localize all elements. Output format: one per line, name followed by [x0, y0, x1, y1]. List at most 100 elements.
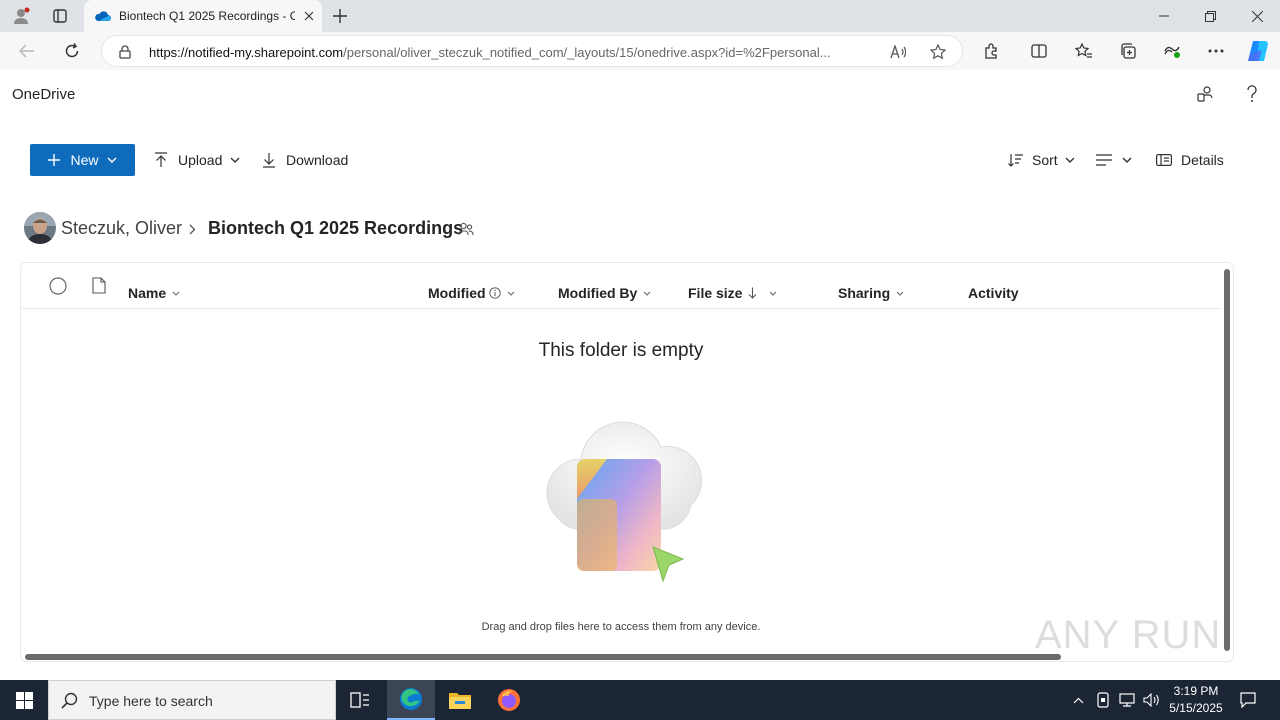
breadcrumb-folder[interactable]: Biontech Q1 2025 Recordings	[208, 218, 463, 239]
column-file-size-label: File size	[688, 285, 743, 301]
sort-icon	[1008, 154, 1023, 167]
address-bar[interactable]: https://notified-my.sharepoint.com/perso…	[101, 35, 963, 67]
empty-folder-title: This folder is empty	[538, 340, 704, 361]
chevron-down-icon	[643, 291, 651, 296]
sort-descending-icon	[749, 287, 757, 299]
sort-label: Sort	[1032, 152, 1058, 168]
column-file-size[interactable]: File size	[688, 285, 777, 301]
file-explorer-icon[interactable]	[436, 680, 484, 720]
url-host: https://notified-my.sharepoint.com	[149, 45, 344, 60]
network-icon[interactable]	[1117, 680, 1137, 720]
horizontal-scrollbar[interactable]	[25, 654, 1061, 660]
clock-date: 5/15/2025	[1169, 701, 1223, 715]
onedrive-icon	[93, 10, 111, 22]
info-pane-icon	[1156, 154, 1172, 166]
people-settings-icon[interactable]	[1194, 84, 1216, 104]
chevron-down-icon	[107, 157, 116, 163]
shared-people-icon[interactable]	[456, 220, 476, 238]
tab-title: Biontech Q1 2025 Recordings - OneDrive	[119, 9, 295, 23]
avatar[interactable]	[24, 212, 56, 244]
firefox-icon[interactable]	[485, 680, 533, 720]
chevron-down-icon	[230, 157, 240, 163]
new-tab-icon[interactable]	[330, 6, 350, 26]
onedrive-page: OneDrive New Upload Download Sort Detail…	[4, 70, 1276, 678]
clock-time: 3:19 PM	[1173, 684, 1219, 698]
chevron-down-icon	[896, 291, 904, 296]
file-list: Name Modified Modified By File size Shar…	[20, 262, 1234, 662]
split-screen-icon[interactable]	[1028, 41, 1050, 61]
info-icon[interactable]	[488, 287, 501, 299]
minimize-icon[interactable]	[1152, 6, 1176, 26]
chevron-down-icon	[770, 291, 777, 296]
tab-actions-icon[interactable]	[50, 6, 70, 26]
volume-icon[interactable]	[1141, 680, 1161, 720]
collections-icon[interactable]	[1117, 41, 1139, 61]
chevron-down-icon	[172, 291, 180, 296]
taskbar: Type here to search 3:19 PM 5/15/2025	[0, 680, 1280, 720]
column-name[interactable]: Name	[128, 285, 180, 301]
url-path: /personal/oliver_steczuk_notified_com/_l…	[343, 45, 831, 60]
watermark: ANY RUN	[1035, 613, 1222, 657]
chevron-down-icon	[1065, 157, 1075, 163]
windows-start-icon[interactable]	[0, 680, 48, 720]
clock[interactable]: 3:19 PM 5/15/2025	[1164, 683, 1228, 719]
upload-button[interactable]: Upload	[154, 144, 240, 176]
chevron-down-icon	[1122, 157, 1132, 163]
back-icon[interactable]	[16, 41, 38, 61]
close-icon[interactable]	[299, 11, 319, 21]
column-name-label: Name	[128, 285, 167, 301]
browser-tab-bar: Biontech Q1 2025 Recordings - OneDrive	[0, 0, 1280, 32]
chevron-down-icon	[507, 291, 514, 296]
column-modified-by[interactable]: Modified By	[558, 285, 651, 301]
list-view-icon	[1096, 154, 1112, 166]
header-divider	[21, 308, 1221, 309]
column-activity[interactable]: Activity	[968, 285, 1019, 301]
search-icon	[61, 692, 78, 709]
plus-icon	[48, 154, 61, 166]
details-button[interactable]: Details	[1156, 144, 1224, 176]
url-text[interactable]: https://notified-my.sharepoint.com/perso…	[149, 45, 831, 60]
select-all-checkbox[interactable]	[48, 276, 68, 296]
restore-icon[interactable]	[1198, 6, 1222, 26]
view-options-button[interactable]	[1096, 144, 1132, 176]
show-hidden-icons[interactable]	[1068, 680, 1088, 720]
lock-icon[interactable]	[118, 44, 132, 60]
column-modified-label: Modified	[428, 285, 486, 301]
device-icon[interactable]	[1094, 680, 1112, 720]
task-view-icon[interactable]	[340, 680, 380, 720]
empty-folder-illustration	[529, 399, 719, 599]
refresh-icon[interactable]	[61, 41, 83, 61]
sort-button[interactable]: Sort	[1008, 144, 1075, 176]
new-button[interactable]: New	[30, 144, 135, 176]
profile-icon[interactable]	[10, 6, 32, 26]
browser-tab[interactable]: Biontech Q1 2025 Recordings - OneDrive	[84, 0, 322, 32]
favorite-icon[interactable]	[928, 42, 948, 62]
window-close-icon[interactable]	[1245, 6, 1269, 26]
app-title[interactable]: OneDrive	[12, 86, 75, 103]
column-sharing[interactable]: Sharing	[838, 285, 904, 301]
column-sharing-label: Sharing	[838, 285, 891, 301]
more-icon[interactable]	[1205, 41, 1227, 61]
download-icon	[263, 153, 275, 168]
performance-icon[interactable]	[1161, 41, 1183, 61]
new-label: New	[70, 152, 99, 168]
upload-icon	[155, 152, 167, 167]
notifications-icon[interactable]	[1234, 680, 1262, 720]
chevron-right-icon	[186, 220, 198, 238]
edge-icon[interactable]	[387, 680, 435, 720]
column-activity-label: Activity	[968, 285, 1019, 301]
copilot-icon[interactable]	[1245, 39, 1271, 63]
help-icon[interactable]	[1242, 84, 1262, 104]
details-label: Details	[1181, 152, 1224, 168]
column-modified[interactable]: Modified	[428, 285, 515, 301]
download-button[interactable]: Download	[262, 144, 348, 176]
column-modified-by-label: Modified By	[558, 285, 638, 301]
breadcrumb-owner[interactable]: Steczuk, Oliver	[61, 218, 182, 239]
taskbar-search-box[interactable]: Type here to search	[48, 680, 336, 720]
vertical-scrollbar[interactable]	[1224, 269, 1230, 651]
favorites-icon[interactable]	[1073, 41, 1095, 61]
upload-label: Upload	[178, 152, 223, 168]
extensions-icon[interactable]	[980, 41, 1002, 61]
read-aloud-icon[interactable]	[888, 42, 908, 62]
download-label: Download	[286, 152, 349, 168]
